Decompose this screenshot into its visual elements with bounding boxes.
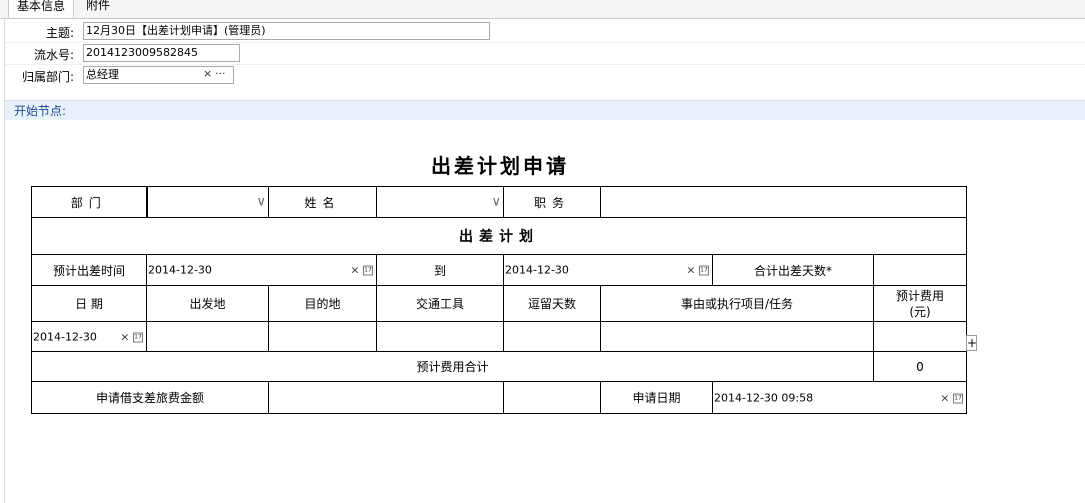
row-date-value: 2014-12-30 [33,330,97,343]
subject-label: 主题: [45,26,74,40]
clear-icon[interactable]: × [940,391,949,404]
col-reason: 事由或执行项目/任务 [600,285,874,322]
to-label: 到 [376,254,504,286]
calendar-icon[interactable]: 17 [953,393,963,403]
tab-basic-info[interactable]: 基本信息 [8,0,75,18]
chevron-down-icon[interactable]: ∨ [256,195,266,210]
calendar-icon[interactable]: 17 [699,265,709,276]
total-days-label: 合计出差天数* [712,254,874,286]
plan-section-title: 出差计划 [31,217,967,255]
cost-total-label: 预计费用合计 [31,351,874,382]
subject-row: 主题: 12月30日【出差计划申请】(管理员) [5,20,1085,43]
dept-header: 部门 [31,186,147,218]
loan-label: 申请借支差旅费金额 [31,381,269,414]
add-row-button[interactable]: + [966,335,977,351]
serial-input[interactable]: 2014123009582845 [83,44,240,62]
serial-row: 流水号: 2014123009582845 [5,42,1085,65]
apply-date-label: 申请日期 [600,381,713,414]
calendar-icon[interactable]: 17 [133,332,143,342]
calendar-icon[interactable]: 17 [363,265,373,276]
start-node-bar: 开始节点: [5,100,1085,120]
start-date-field[interactable]: 2014-12-30 × 17 [146,254,377,286]
divider [4,18,5,503]
start-node-label: 开始节点: [14,104,67,118]
loan-input[interactable] [268,381,504,414]
start-date-value: 2014-12-30 [148,263,212,277]
position-header: 职务 [503,186,601,218]
cost-total-value: 0 [873,351,967,382]
col-stay: 逗留天数 [503,285,601,322]
col-cost: 预计费用 (元) [873,285,967,322]
chevron-down-icon[interactable]: ∨ [491,195,501,210]
clear-icon[interactable]: × [686,264,695,277]
stay-input[interactable] [503,321,601,352]
position-input[interactable] [600,186,967,218]
serial-label: 流水号: [33,48,74,62]
apply-date-field[interactable]: 2014-12-30 09:58 × 17 [712,381,967,414]
row-date-field[interactable]: 2014-12-30 × 17 [31,321,147,352]
loan-extra [503,381,601,414]
cost-input[interactable] [873,321,967,352]
col-date: 日 期 [31,285,147,322]
transport-input[interactable] [376,321,504,352]
name-select[interactable]: ∨ [376,186,504,218]
dept-label: 归属部门: [21,70,74,84]
subject-input[interactable]: 12月30日【出差计划申请】(管理员) [83,22,490,40]
col-transport: 交通工具 [376,285,504,322]
apply-date-value: 2014-12-30 09:58 [714,391,814,404]
end-date-value: 2014-12-30 [505,263,569,277]
clear-icon[interactable]: × [350,264,359,277]
est-time-label: 预计出差时间 [31,254,147,286]
dept-row: 归属部门: 总经理 × ··· [5,64,1085,86]
total-days-input[interactable] [873,254,967,286]
travel-plan-table: 部门 ∨ 姓名 ∨ 职务 出差计划 预计出差时间 2014-12-30 × 17… [31,186,967,414]
col-from: 出发地 [146,285,269,322]
clear-icon[interactable]: × [120,330,129,343]
form-title: 出差计划申请 [431,154,569,178]
reason-input[interactable] [600,321,874,352]
more-icon[interactable]: ··· [215,67,226,80]
tab-attachments[interactable]: 附件 [78,0,118,16]
name-header: 姓名 [268,186,377,218]
clear-icon[interactable]: × [203,67,212,80]
dept-select[interactable]: ∨ [145,186,269,218]
dest-input[interactable] [268,321,377,352]
from-input[interactable] [146,321,269,352]
end-date-field[interactable]: 2014-12-30 × 17 [503,254,713,286]
col-dest: 目的地 [268,285,377,322]
tab-bar: 基本信息 附件 [0,0,1085,19]
